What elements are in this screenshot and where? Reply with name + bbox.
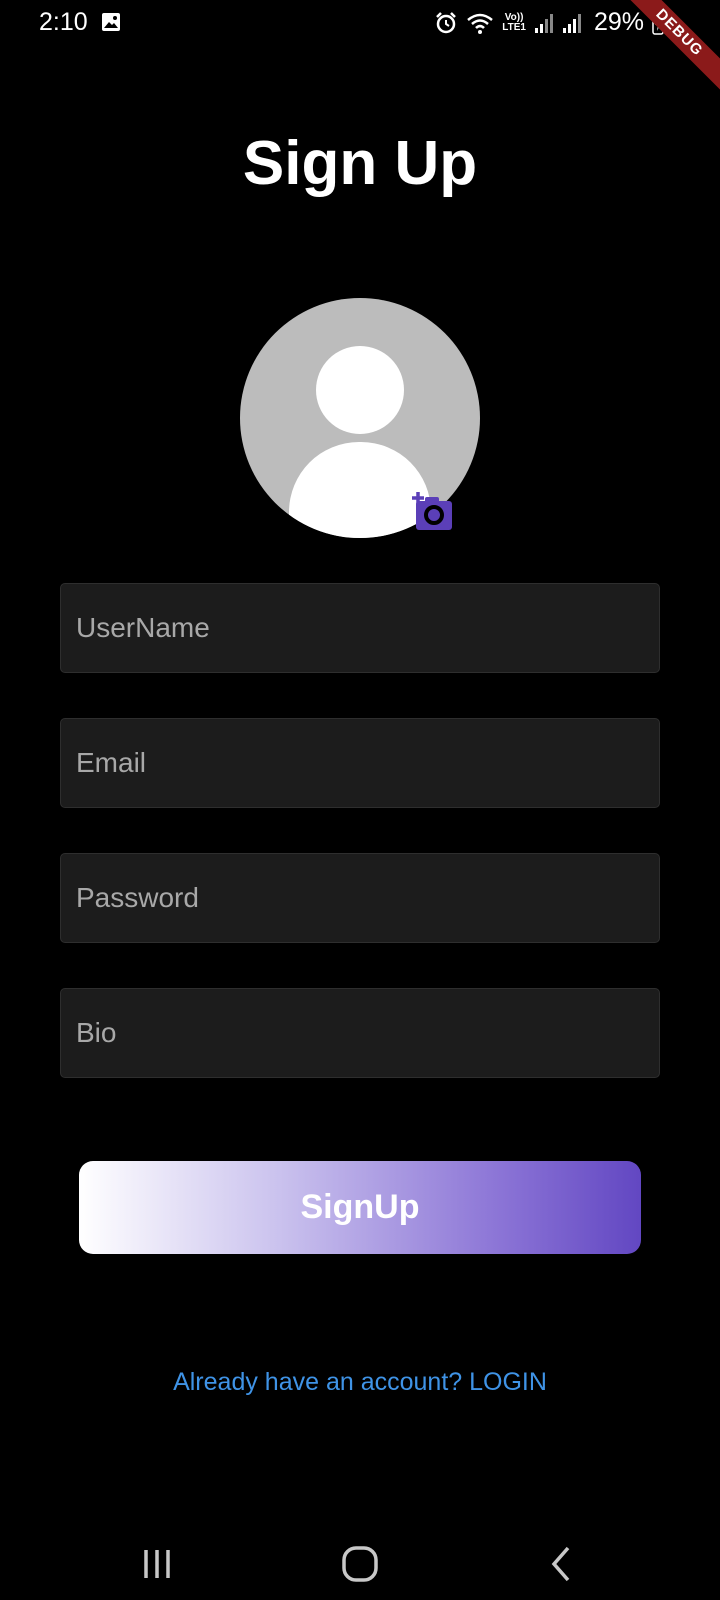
bio-field[interactable]: [60, 988, 660, 1078]
password-input[interactable]: [61, 854, 659, 942]
page-title: Sign Up: [242, 129, 478, 198]
signal-icon: [562, 13, 581, 33]
signal-icon: [534, 13, 553, 33]
email-field[interactable]: [60, 718, 660, 808]
email-input[interactable]: [61, 719, 659, 807]
avatar-placeholder-head: [316, 346, 404, 434]
bio-input[interactable]: [61, 989, 659, 1077]
status-bar: 2:10 Vo)) LTE1 29%: [0, 0, 720, 44]
login-link[interactable]: Already have an account? LOGIN: [0, 1368, 720, 1397]
profile-photo-picker[interactable]: [240, 298, 480, 538]
username-field[interactable]: [60, 583, 660, 673]
battery-percentage: 29%: [593, 8, 644, 36]
add-photo-icon[interactable]: [408, 490, 454, 532]
wifi-icon: [467, 13, 494, 34]
back-icon[interactable]: [538, 1542, 586, 1586]
password-field[interactable]: [60, 853, 660, 943]
signup-button[interactable]: SignUp: [79, 1161, 641, 1254]
system-nav-bar: [0, 1530, 720, 1600]
alarm-icon: [436, 11, 457, 33]
network-type-label: Vo)) LTE1: [502, 11, 526, 33]
username-input[interactable]: [61, 584, 659, 672]
status-icons: Vo)) LTE1 29%: [434, 8, 664, 37]
gallery-icon: [102, 13, 120, 31]
home-icon[interactable]: [336, 1542, 384, 1586]
status-time: 2:10: [39, 8, 88, 36]
recents-icon[interactable]: [133, 1542, 181, 1586]
